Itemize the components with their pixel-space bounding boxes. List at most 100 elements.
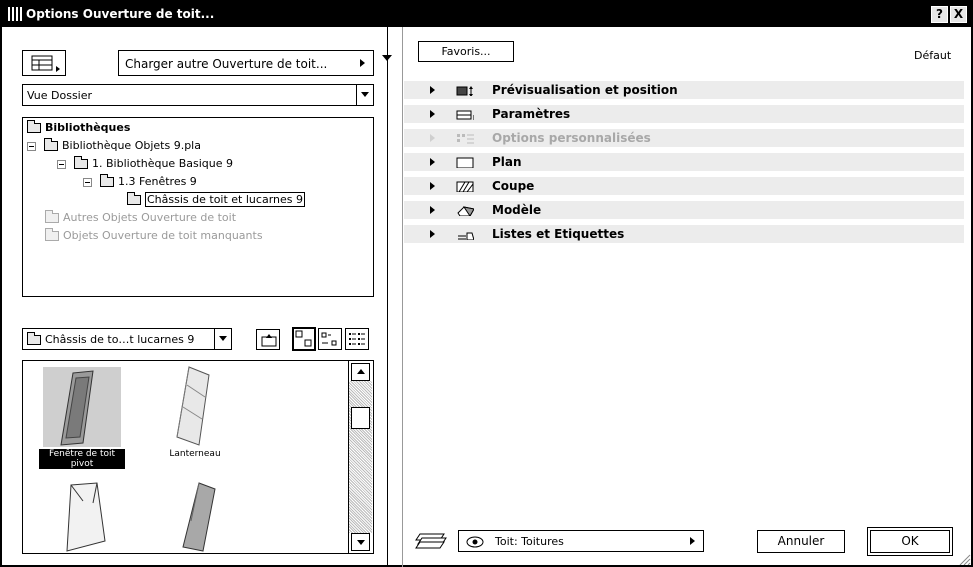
favorites-button[interactable]: Favoris... [418, 41, 514, 62]
expand-arrow-icon [430, 158, 435, 166]
list-view-button[interactable] [345, 328, 369, 350]
folder-select[interactable]: Châssis de to…t lucarnes 9 [22, 328, 232, 350]
load-other-object-button[interactable]: Charger autre Ouverture de toit... [118, 50, 374, 76]
app-icon [8, 7, 22, 21]
default-label: Défaut [914, 49, 952, 62]
small-icons-icon [321, 332, 337, 346]
section-label: Paramètres [492, 107, 571, 121]
object-label-selected[interactable]: Fenêtre de toit pivot [39, 449, 125, 469]
ok-button[interactable]: OK [870, 530, 950, 553]
tree-item-label: Objets Ouverture de toit manquants [63, 229, 263, 242]
tree-item-label: 1.3 Fenêtres 9 [118, 175, 197, 188]
tree-item-missing-objects[interactable]: Objets Ouverture de toit manquants [45, 228, 263, 244]
title-bar[interactable]: Options Ouverture de toit... ? X [2, 2, 971, 27]
preview-scrollbar[interactable] [348, 361, 372, 553]
folder-icon [74, 156, 88, 169]
tree-item-label: Bibliothèques [45, 121, 131, 134]
tree-item-label: 1. Bibliothèque Basique 9 [92, 157, 233, 170]
folder-icon [100, 174, 114, 187]
folder-icon [27, 332, 41, 345]
expand-arrow-icon [430, 134, 435, 142]
folder-select-value: Châssis de to…t lucarnes 9 [45, 333, 195, 346]
scroll-up-arrow-icon[interactable] [351, 363, 370, 381]
view-mode-value: Vue Dossier [27, 89, 93, 102]
small-icons-view-button[interactable] [318, 328, 342, 350]
tree-item-label: Châssis de toit et lucarnes 9 [145, 192, 305, 207]
submenu-arrow-icon [690, 537, 695, 545]
custom-options-icon [457, 134, 474, 144]
cancel-button[interactable]: Annuler [757, 530, 845, 553]
chevron-down-icon [214, 329, 231, 349]
parameters-icon [456, 110, 474, 120]
scroll-track[interactable] [349, 381, 372, 533]
load-other-label: Charger autre Ouverture de toit... [125, 57, 328, 71]
tree-item-label: Autres Objets Ouverture de toit [63, 211, 237, 224]
section-lists-labels[interactable]: Listes et Etiquettes [404, 225, 964, 244]
panel-layout-icon [31, 55, 60, 72]
tree-item-roof-windows[interactable]: Châssis de toit et lucarnes 9 [127, 192, 305, 208]
parent-folder-button[interactable] [256, 329, 280, 350]
folder-icon [27, 120, 41, 133]
collapse-icon[interactable] [83, 177, 92, 187]
layer-select[interactable]: Toit: Toitures [458, 530, 704, 552]
section-label: Coupe [492, 179, 535, 193]
preview-position-icon [456, 86, 473, 96]
tree-item-libraries[interactable]: Bibliothèques [27, 120, 130, 136]
scroll-down-arrow-icon[interactable] [351, 533, 370, 551]
list-view-icon [349, 333, 365, 345]
resize-grip-icon[interactable] [958, 553, 971, 565]
section-custom-options: Options personnalisées [404, 129, 964, 148]
section-plan[interactable]: Plan [404, 153, 964, 172]
section-label: Modèle [492, 203, 542, 217]
folder-icon [45, 228, 59, 241]
collapse-icon[interactable] [27, 141, 36, 151]
large-icons-view-button[interactable] [292, 327, 316, 351]
tree-item-other-objects[interactable]: Autres Objets Ouverture de toit [45, 210, 236, 226]
dormer-icon[interactable] [49, 481, 119, 554]
section-label: Listes et Etiquettes [492, 227, 625, 241]
section-cut-icon [456, 181, 474, 192]
model-3d-icon [457, 206, 474, 216]
layout-toggle-button[interactable] [22, 50, 66, 76]
section-preview-position[interactable]: Prévisualisation et position [404, 81, 964, 100]
layers-icon [415, 533, 447, 549]
plan-icon [456, 157, 474, 168]
folder-icon [45, 210, 59, 223]
dialog-window: Options Ouverture de toit... ? X Charger… [0, 0, 973, 567]
roof-window-pivot-icon[interactable] [47, 369, 119, 447]
tree-item-windows[interactable]: 1.3 Fenêtres 9 [83, 174, 197, 190]
tree-item-label: Bibliothèque Objets 9.pla [62, 139, 201, 152]
panel-divider[interactable] [387, 27, 388, 567]
lists-labels-icon [458, 232, 474, 240]
object-preview-list[interactable]: Fenêtre de toit pivot Lanterneau [22, 360, 374, 554]
chevron-down-icon [356, 85, 373, 105]
view-mode-select[interactable]: Vue Dossier [22, 84, 374, 106]
folder-icon [127, 192, 141, 205]
roof-opening-icon[interactable] [169, 481, 229, 554]
tree-item-basic-library[interactable]: 1. Bibliothèque Basique 9 [57, 156, 233, 172]
section-section[interactable]: Coupe [404, 177, 964, 196]
skylight-icon[interactable] [169, 365, 229, 447]
expand-arrow-icon [430, 182, 435, 190]
expand-arrow-icon [430, 206, 435, 214]
section-label: Options personnalisées [492, 131, 651, 145]
library-tree[interactable]: Bibliothèques Bibliothèque Objets 9.pla … [22, 117, 374, 297]
folder-up-icon [261, 334, 277, 347]
scroll-thumb[interactable] [351, 407, 370, 429]
section-label: Prévisualisation et position [492, 83, 678, 97]
section-model[interactable]: Modèle [404, 201, 964, 220]
tree-item-objects-library[interactable]: Bibliothèque Objets 9.pla [27, 138, 201, 154]
folder-icon [44, 138, 58, 151]
section-label: Plan [492, 155, 522, 169]
layer-select-value: Toit: Toitures [495, 535, 564, 548]
expand-arrow-icon [430, 110, 435, 118]
eye-icon [466, 536, 484, 548]
section-parameters[interactable]: Paramètres [404, 105, 964, 124]
close-button[interactable]: X [950, 6, 967, 23]
object-label[interactable]: Lanterneau [155, 449, 235, 459]
panel-divider-shadow [402, 27, 403, 567]
expand-arrow-icon [430, 86, 435, 94]
window-title: Options Ouverture de toit... [26, 7, 215, 21]
help-button[interactable]: ? [931, 6, 948, 23]
collapse-icon[interactable] [57, 159, 66, 169]
